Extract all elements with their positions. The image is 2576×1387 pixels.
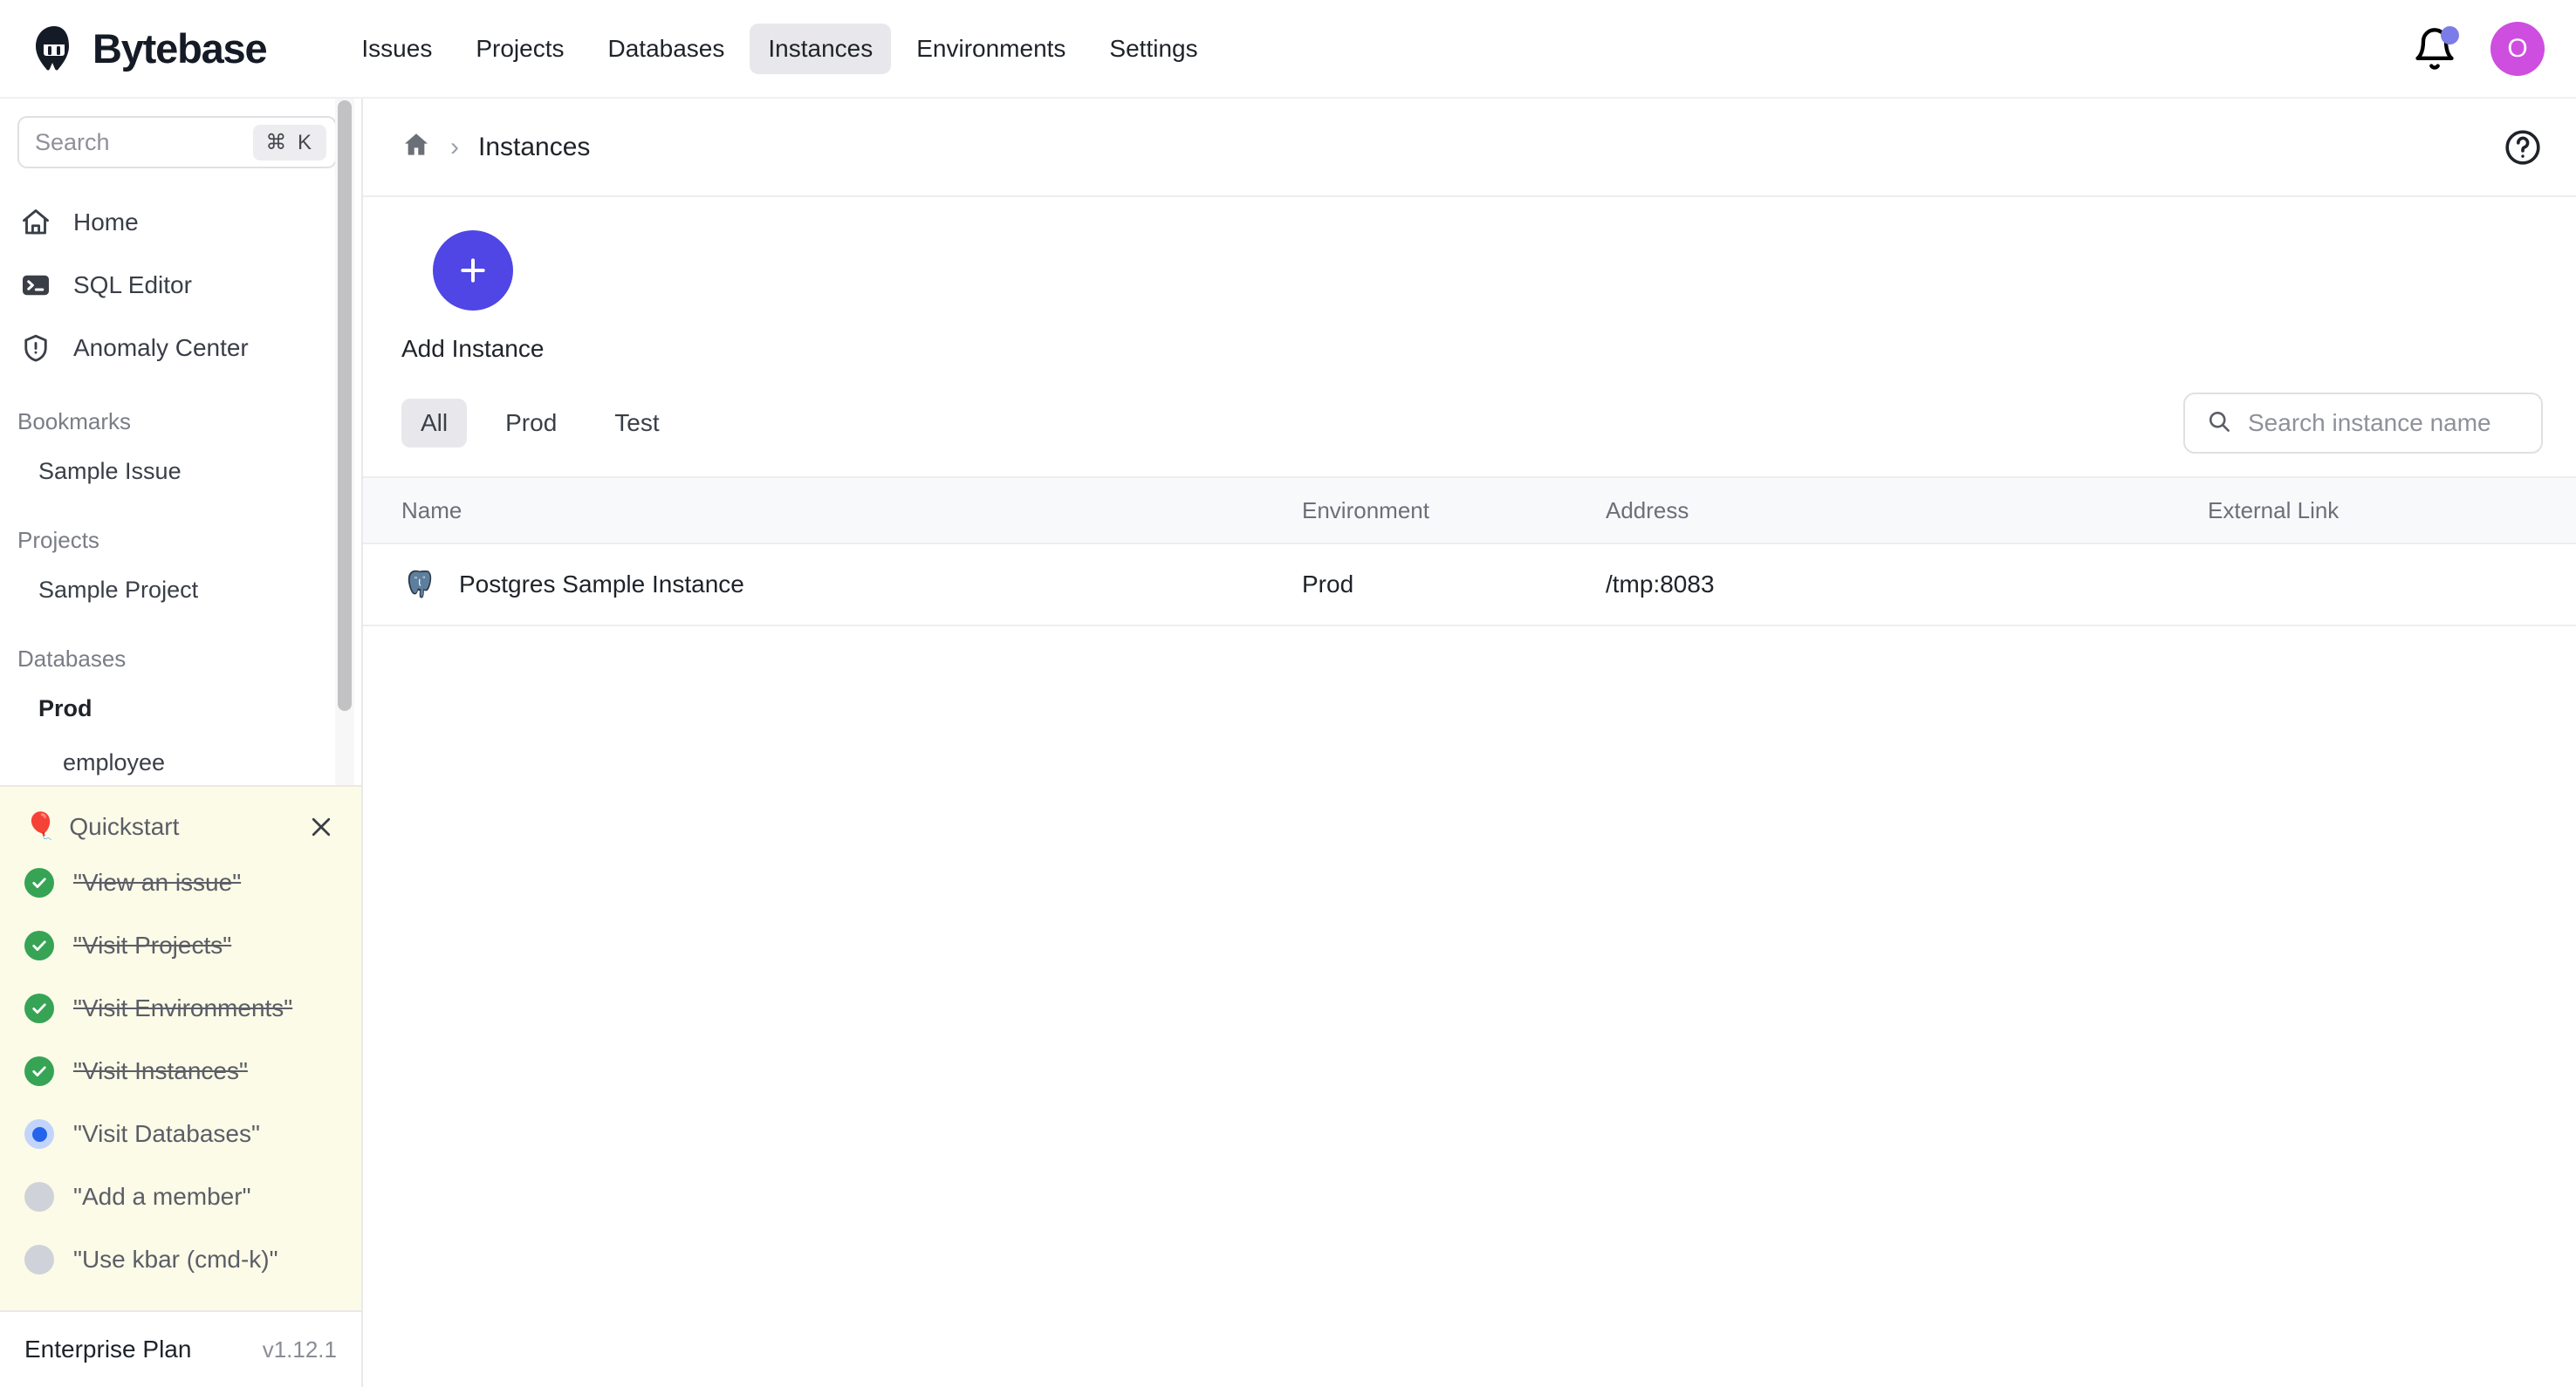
quickstart-item[interactable]: "Visit Instances" — [0, 1040, 361, 1103]
quickstart-item[interactable]: "Add a member" — [0, 1165, 361, 1228]
help-circle-icon[interactable] — [2503, 127, 2543, 167]
quickstart-item[interactable]: "Visit Projects" — [0, 914, 361, 977]
search-input[interactable]: Search instance name — [2183, 393, 2543, 454]
sidebar-item-home[interactable]: Home — [0, 191, 361, 254]
column-header-environment: Environment — [1302, 496, 1429, 523]
sidebar-scrollbar-thumb[interactable] — [338, 100, 352, 711]
filter-tab-all[interactable]: All — [401, 399, 468, 448]
header-actions: O — [2412, 21, 2545, 76]
table-row[interactable]: Postgres Sample Instance Prod /tmp:8083 — [363, 544, 2576, 626]
notification-badge-dot — [2441, 25, 2459, 44]
app-root: Bytebase Issues Projects Databases Insta… — [0, 0, 2576, 1387]
sidebar-item-sample-project[interactable]: Sample Project — [0, 563, 361, 617]
quickstart-item[interactable]: "Visit Environments" — [0, 977, 361, 1040]
avatar-initial: O — [2507, 33, 2528, 63]
quickstart-item[interactable]: "Visit Databases" — [0, 1103, 361, 1165]
breadcrumb-current: Instances — [478, 132, 591, 161]
notifications-button[interactable] — [2412, 25, 2459, 72]
brand-logo[interactable]: Bytebase — [30, 24, 268, 73]
instances-table: Name Environment Address External Link P… — [363, 476, 2576, 626]
sidebar-item-employee[interactable]: employee — [0, 735, 361, 785]
cell-name: Postgres Sample Instance — [401, 566, 1302, 603]
add-instance-zone: Add Instance — [363, 197, 2576, 363]
main-content: › Instances Add Instance All Prod Test S… — [363, 99, 2576, 1387]
sidebar-search-placeholder: Search — [35, 128, 110, 155]
sidebar-item-sample-issue[interactable]: Sample Issue — [0, 444, 361, 498]
column-header-address: Address — [1606, 496, 1689, 523]
search-placeholder: Search instance name — [2248, 409, 2491, 436]
nav-item-settings[interactable]: Settings — [1091, 24, 1216, 74]
sidebar-item-label: Home — [73, 208, 139, 236]
nav-item-issues[interactable]: Issues — [343, 24, 450, 74]
cell-environment: Prod — [1302, 571, 1354, 598]
sidebar-item-prod[interactable]: Prod — [0, 681, 361, 735]
sidebar-primary-links: Home SQL Editor Anomaly Center — [0, 191, 361, 379]
sidebar: Search ⌘ K Home SQL Editor Anomaly Cente… — [0, 99, 363, 1387]
cell-address: /tmp:8083 — [1606, 571, 1715, 598]
quickstart-item-label: "Add a member" — [73, 1183, 251, 1210]
quickstart-title: Quickstart — [69, 813, 180, 840]
quickstart-item[interactable]: "Use kbar (cmd-k)" — [0, 1228, 361, 1291]
nav-item-databases[interactable]: Databases — [590, 24, 743, 74]
terminal-icon — [17, 267, 54, 304]
quickstart-panel: 🎈 Quickstart "View an issue" "Visit Proj… — [0, 785, 361, 1310]
instance-name: Postgres Sample Instance — [459, 571, 744, 598]
sidebar-search-input[interactable]: Search ⌘ K — [17, 116, 337, 168]
nav-item-environments[interactable]: Environments — [898, 24, 1084, 74]
main-navigation: Issues Projects Databases Instances Envi… — [343, 23, 1216, 74]
plan-bar: Enterprise Plan v1.12.1 — [0, 1310, 361, 1387]
column-header-external-link: External Link — [2208, 496, 2340, 523]
body-area: Search ⌘ K Home SQL Editor Anomaly Cente… — [0, 99, 2576, 1387]
search-shortcut-badge: ⌘ K — [253, 124, 326, 161]
nav-item-instances[interactable]: Instances — [750, 23, 892, 74]
pending-step-icon — [24, 1182, 54, 1212]
filter-tab-prod[interactable]: Prod — [486, 399, 576, 448]
breadcrumb: › Instances — [363, 99, 2576, 197]
breadcrumb-separator: › — [450, 132, 459, 161]
check-circle-icon — [24, 931, 54, 960]
quickstart-item-label: "Visit Projects" — [73, 932, 232, 959]
sidebar-section-projects-title: Projects — [17, 526, 99, 553]
close-icon[interactable] — [304, 810, 339, 844]
quickstart-header: 🎈 Quickstart — [0, 803, 361, 851]
balloon-icon: 🎈 — [24, 812, 58, 841]
table-header-row: Name Environment Address External Link — [363, 476, 2576, 544]
avatar[interactable]: O — [2490, 21, 2545, 76]
shield-alert-icon — [17, 330, 54, 366]
check-circle-icon — [24, 1056, 54, 1086]
quickstart-item-label: "View an issue" — [73, 869, 242, 896]
filter-bar: All Prod Test Search instance name — [363, 363, 2576, 476]
sidebar-item-label: SQL Editor — [73, 271, 192, 298]
quickstart-item-label: "Visit Environments" — [73, 994, 293, 1021]
sidebar-section-bookmarks-title: Bookmarks — [17, 407, 132, 434]
quickstart-item-label: "Visit Instances" — [73, 1057, 248, 1084]
breadcrumb-home-icon[interactable] — [401, 130, 431, 164]
nav-item-projects[interactable]: Projects — [457, 24, 582, 74]
check-circle-icon — [24, 994, 54, 1023]
top-header: Bytebase Issues Projects Databases Insta… — [0, 0, 2576, 99]
quickstart-item-label: "Use kbar (cmd-k)" — [73, 1246, 278, 1273]
quickstart-item-label: "Visit Databases" — [73, 1120, 260, 1147]
home-icon — [17, 204, 54, 241]
plus-icon — [461, 258, 485, 283]
quickstart-item[interactable]: "View an issue" — [0, 851, 361, 914]
postgres-icon — [401, 566, 438, 603]
sidebar-item-anomaly-center[interactable]: Anomaly Center — [0, 317, 361, 379]
add-instance-label: Add Instance — [401, 335, 545, 362]
app-version: v1.12.1 — [262, 1336, 337, 1363]
column-header-name: Name — [401, 496, 462, 523]
current-step-icon — [24, 1119, 54, 1149]
sidebar-section-databases-title: Databases — [17, 645, 127, 672]
bytebase-logo-icon — [36, 25, 69, 70]
brand-name: Bytebase — [92, 25, 268, 72]
sidebar-item-sql-editor[interactable]: SQL Editor — [0, 254, 361, 317]
pending-step-icon — [24, 1245, 54, 1274]
sidebar-scroll-area: Search ⌘ K Home SQL Editor Anomaly Cente… — [0, 99, 361, 785]
sidebar-item-label: Anomaly Center — [73, 334, 249, 361]
filter-tab-test[interactable]: Test — [595, 399, 678, 448]
plan-name: Enterprise Plan — [24, 1336, 192, 1363]
add-instance-button[interactable] — [433, 230, 513, 311]
check-circle-icon — [24, 868, 54, 898]
search-icon — [2206, 408, 2232, 439]
